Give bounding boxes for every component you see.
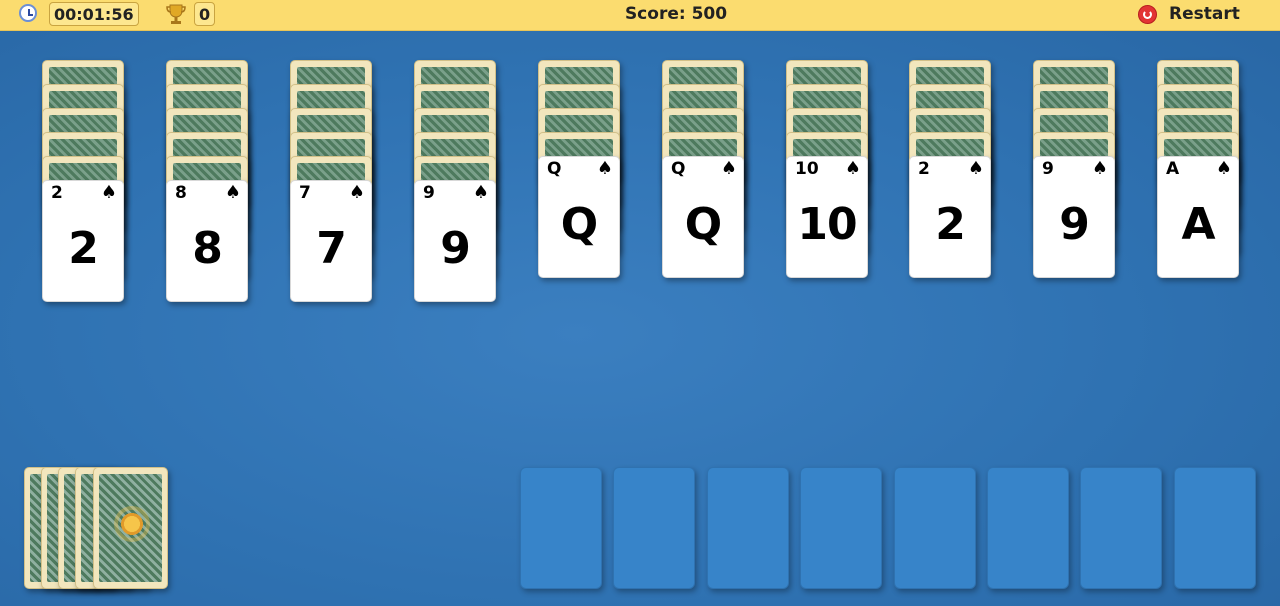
card-rank-small: 7 bbox=[299, 183, 311, 203]
card-rank-small: A bbox=[1166, 159, 1180, 179]
spade-icon: ♠ bbox=[472, 182, 489, 203]
faceup-card[interactable]: 10 ♠ 10 bbox=[786, 156, 868, 278]
foundation-slot[interactable] bbox=[1080, 467, 1162, 589]
faceup-card[interactable]: 8 ♠ 8 bbox=[166, 180, 248, 302]
faceup-card[interactable]: 9 ♠ 9 bbox=[414, 180, 496, 302]
faceup-card[interactable]: A ♠ A bbox=[1157, 156, 1239, 278]
spade-icon: ♠ bbox=[1091, 158, 1108, 179]
faceup-card[interactable]: Q ♠ Q bbox=[662, 156, 744, 278]
spade-icon: ♠ bbox=[100, 182, 117, 203]
card-rank-small: 2 bbox=[51, 183, 63, 203]
card-rank-small: 2 bbox=[918, 159, 930, 179]
restart-icon[interactable] bbox=[1138, 5, 1157, 24]
faceup-card[interactable]: 7 ♠ 7 bbox=[290, 180, 372, 302]
card-rank-small: Q bbox=[547, 159, 562, 179]
stock-card[interactable] bbox=[93, 467, 168, 589]
faceup-card[interactable]: Q ♠ Q bbox=[538, 156, 620, 278]
spade-icon: ♠ bbox=[967, 158, 984, 179]
foundation-slot[interactable] bbox=[613, 467, 695, 589]
spade-icon: ♠ bbox=[844, 158, 861, 179]
spade-icon: ♠ bbox=[348, 182, 365, 203]
card-rank-large: 2 bbox=[68, 223, 99, 274]
spade-icon: ♠ bbox=[596, 158, 613, 179]
card-rank-large: Q bbox=[684, 199, 722, 250]
score-display: Score: 500 bbox=[624, 4, 728, 24]
card-rank-small: Q bbox=[671, 159, 686, 179]
card-rank-large: 9 bbox=[1059, 199, 1090, 250]
faceup-card[interactable]: 9 ♠ 9 bbox=[1033, 156, 1115, 278]
spade-icon: ♠ bbox=[1215, 158, 1232, 179]
foundation-slot[interactable] bbox=[707, 467, 789, 589]
restart-button[interactable]: Restart bbox=[1169, 4, 1240, 24]
top-bar: 00:01:56 0 Score: 500 Restart bbox=[0, 0, 1280, 31]
foundation-slot[interactable] bbox=[894, 467, 976, 589]
card-rank-large: 9 bbox=[440, 223, 471, 274]
foundation-slot[interactable] bbox=[520, 467, 602, 589]
card-rank-small: 10 bbox=[795, 159, 819, 179]
card-rank-large: 2 bbox=[935, 199, 966, 250]
foundation-slot[interactable] bbox=[800, 467, 882, 589]
card-rank-small: 9 bbox=[423, 183, 435, 203]
foundation-slot[interactable] bbox=[987, 467, 1069, 589]
spade-icon: ♠ bbox=[224, 182, 241, 203]
card-rank-large: A bbox=[1181, 199, 1215, 250]
card-rank-small: 8 bbox=[175, 183, 187, 203]
card-rank-large: Q bbox=[560, 199, 598, 250]
card-rank-small: 9 bbox=[1042, 159, 1054, 179]
faceup-card[interactable]: 2 ♠ 2 bbox=[909, 156, 991, 278]
card-rank-large: 8 bbox=[192, 223, 223, 274]
foundation-slot[interactable] bbox=[1174, 467, 1256, 589]
card-rank-large: 7 bbox=[316, 223, 347, 274]
faceup-card[interactable]: 2 ♠ 2 bbox=[42, 180, 124, 302]
spade-icon: ♠ bbox=[720, 158, 737, 179]
card-rank-large: 10 bbox=[797, 199, 857, 250]
